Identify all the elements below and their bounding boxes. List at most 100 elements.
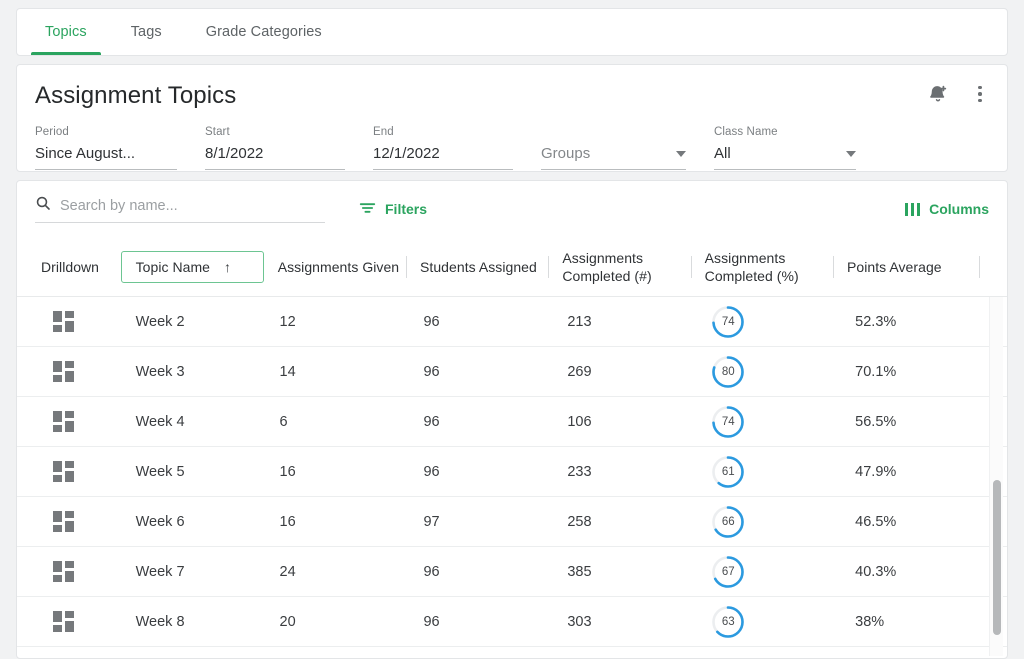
column-header-points-average-label: Points Average [847, 258, 942, 275]
tab-topics[interactable]: Topics [23, 9, 109, 55]
drilldown-grid-icon[interactable] [53, 511, 74, 532]
drilldown-grid-icon[interactable] [53, 561, 74, 582]
field-class-name: Class Name All [714, 125, 856, 170]
cell-assignments-completed-pct: 63 [697, 597, 841, 646]
table-header-row: Drilldown Topic Name ↑ Assignments Given… [17, 237, 1007, 297]
table-row[interactable]: Week 4 6 96 106 74 56.5% [17, 397, 1007, 447]
tab-tags[interactable]: Tags [109, 9, 184, 55]
table-row[interactable]: Week 6 16 97 258 66 46.5% [17, 497, 1007, 547]
points-average-value: 38% [855, 613, 885, 630]
column-header-assignments-completed-num[interactable]: Assignments Completed (#) [548, 237, 690, 296]
drilldown-grid-icon[interactable] [53, 411, 74, 432]
students-assigned-value: 96 [423, 313, 440, 330]
field-end-label: End [373, 126, 394, 138]
table-body: Week 2 12 96 213 74 52.3% Week 3 14 96 269 80 70.1%… [17, 297, 1007, 656]
completion-progress-value: 63 [721, 615, 735, 628]
column-header-assignments-completed-pct[interactable]: Assignments Completed (%) [690, 237, 833, 296]
table-row[interactable]: Week 2 12 96 213 74 52.3% [17, 297, 1007, 347]
completion-progress-ring: 63 [711, 605, 745, 639]
cell-points-average: 56.5% [841, 397, 989, 446]
columns-button-label: Columns [929, 201, 989, 217]
cell-students-assigned: 97 [409, 497, 553, 546]
cell-assignments-completed-num: 106 [553, 397, 697, 446]
assignments-given-value: 6 [279, 413, 288, 430]
cell-assignments-completed-pct: 61 [697, 447, 841, 496]
completion-progress-ring: 74 [711, 405, 745, 439]
cell-topic-name: Week 7 [122, 547, 266, 596]
tab-grade-categories[interactable]: Grade Categories [184, 9, 344, 55]
search-box[interactable] [35, 195, 325, 223]
students-assigned-value: 96 [423, 613, 440, 630]
page-title: Assignment Topics [35, 82, 237, 109]
end-date-input[interactable]: 12/1/2022 [373, 143, 513, 170]
topic-name-value: Week 4 [135, 413, 185, 430]
assignments-completed-num-value: 106 [567, 413, 592, 430]
cell-students-assigned: 96 [409, 597, 553, 646]
field-class-name-label: Class Name [714, 126, 778, 138]
table-row[interactable]: Week 8 20 96 303 63 38% [17, 597, 1007, 647]
students-assigned-value: 96 [423, 363, 440, 380]
table-row[interactable]: Week 3 14 96 269 80 70.1% [17, 347, 1007, 397]
cell-assignments-completed-num: 233 [553, 447, 697, 496]
cell-drilldown [27, 597, 122, 646]
filters-button[interactable]: Filters [359, 201, 427, 218]
column-header-drilldown[interactable]: Drilldown [27, 237, 121, 296]
columns-button[interactable]: Columns [904, 201, 989, 217]
completion-progress-value: 66 [721, 515, 735, 528]
drilldown-grid-icon[interactable] [53, 461, 74, 482]
start-date-value: 8/1/2022 [205, 145, 264, 162]
drilldown-grid-icon[interactable] [53, 611, 74, 632]
class-name-value: All [714, 145, 731, 162]
cell-students-assigned: 96 [409, 397, 553, 446]
assignments-given-value: 14 [279, 363, 296, 380]
points-average-value: 70.1% [855, 363, 897, 380]
cell-students-assigned: 96 [409, 297, 553, 346]
table-scrollbar-thumb[interactable] [993, 480, 1001, 635]
cell-points-average: 70.1% [841, 347, 989, 396]
assignments-given-value: 16 [279, 463, 296, 480]
column-header-topic-name[interactable]: Topic Name ↑ [120, 250, 264, 283]
end-date-value: 12/1/2022 [373, 145, 440, 162]
filters-button-label: Filters [385, 201, 428, 217]
points-average-value: 52.3% [855, 313, 897, 330]
class-name-select[interactable]: All [714, 143, 856, 170]
cell-topic-name: Week 2 [122, 297, 266, 346]
drilldown-grid-icon[interactable] [53, 311, 74, 332]
completion-progress-ring: 80 [711, 355, 745, 389]
period-value: Since August... [35, 145, 136, 162]
cell-assignments-completed-pct: 67 [697, 547, 841, 596]
cell-assignments-completed-num: 269 [553, 347, 697, 396]
cell-assignments-given: 14 [266, 347, 410, 396]
column-header-assignments-given-label: Assignments Given [277, 258, 400, 275]
search-icon [35, 195, 51, 216]
tab-tags-label: Tags [130, 24, 162, 40]
bell-add-icon[interactable] [925, 81, 951, 107]
groups-select[interactable]: Groups [541, 143, 686, 170]
table-row[interactable]: Week 5 16 96 233 61 47.9% [17, 447, 1007, 497]
table-scrollbar[interactable] [989, 297, 1003, 656]
data-table-card: Filters Columns Drilldown Topic Name ↑ A… [16, 180, 1008, 659]
assignments-completed-num-value: 269 [567, 363, 592, 380]
column-header-assignments-given[interactable]: Assignments Given [264, 237, 406, 296]
period-input[interactable]: Since August... [35, 143, 177, 170]
column-header-students-assigned[interactable]: Students Assigned [406, 237, 548, 296]
column-header-points-average[interactable]: Points Average [833, 237, 979, 296]
completion-progress-value: 74 [721, 415, 735, 428]
field-period: Period Since August... [35, 125, 177, 170]
chevron-down-icon [846, 150, 856, 157]
completion-progress-value: 61 [721, 465, 735, 478]
students-assigned-value: 96 [423, 463, 440, 480]
drilldown-grid-icon[interactable] [53, 361, 74, 382]
completion-progress-value: 74 [721, 315, 735, 328]
column-header-topic-name-label: Topic Name [135, 258, 211, 275]
table-row[interactable]: Week 7 24 96 385 67 40.3% [17, 547, 1007, 597]
search-input[interactable] [60, 197, 325, 214]
column-header-students-assigned-label: Students Assigned [420, 258, 537, 275]
cell-assignments-completed-num: 213 [553, 297, 697, 346]
cell-assignments-given: 24 [266, 547, 410, 596]
field-end: End 12/1/2022 [373, 125, 513, 170]
kebab-menu-icon[interactable] [967, 81, 993, 107]
start-date-input[interactable]: 8/1/2022 [205, 143, 345, 170]
completion-progress-ring: 66 [711, 505, 745, 539]
assignments-given-value: 24 [279, 563, 296, 580]
